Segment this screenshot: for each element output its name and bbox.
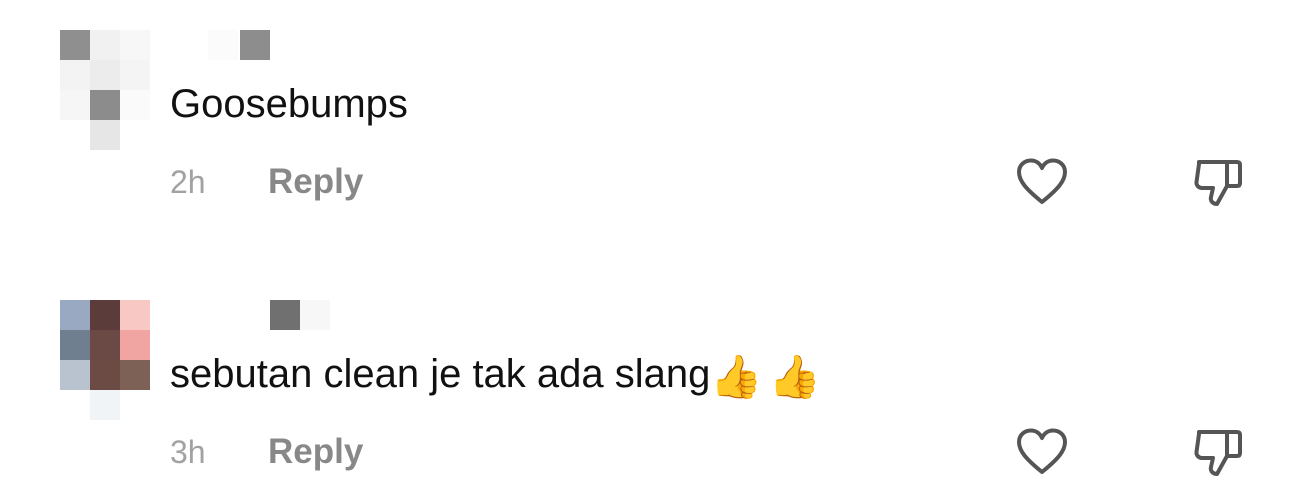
thumbs-down-icon[interactable] bbox=[1193, 156, 1243, 208]
comment-text: sebutan clean je tak ada slang👍👍 bbox=[170, 350, 827, 401]
username-pixelated[interactable] bbox=[208, 300, 330, 330]
comment-body: Goosebumps bbox=[170, 82, 408, 126]
heart-icon[interactable] bbox=[1016, 428, 1068, 476]
thumbs-up-emoji: 👍👍 bbox=[710, 353, 827, 400]
timestamp: 3h bbox=[170, 434, 206, 470]
avatar[interactable] bbox=[60, 30, 150, 150]
comment-item: sebutan clean je tak ada slang👍👍 3h Repl… bbox=[0, 270, 1290, 490]
reply-button[interactable]: Reply bbox=[268, 160, 363, 204]
heart-icon[interactable] bbox=[1016, 158, 1068, 206]
avatar[interactable] bbox=[60, 300, 150, 420]
thumbs-down-icon[interactable] bbox=[1193, 426, 1243, 478]
username-pixelated[interactable] bbox=[208, 30, 328, 60]
comment-body: sebutan clean je tak ada slang bbox=[170, 352, 711, 396]
comment-item: Goosebumps 2h Reply bbox=[0, 0, 1290, 220]
timestamp: 2h bbox=[170, 164, 206, 200]
reply-button[interactable]: Reply bbox=[268, 430, 363, 474]
comment-text: Goosebumps bbox=[170, 80, 408, 131]
